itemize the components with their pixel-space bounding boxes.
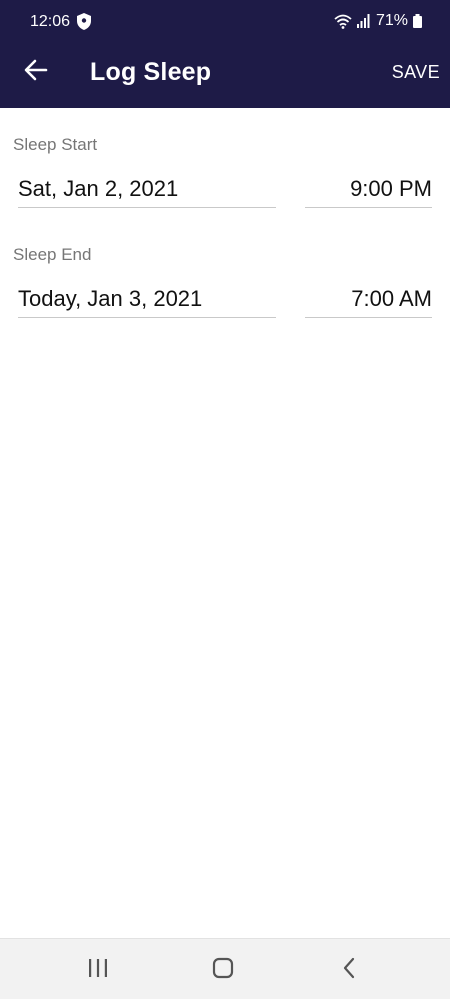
battery-icon xyxy=(413,14,422,28)
sleep-start-time-field[interactable]: 9:00 PM xyxy=(305,170,432,208)
home-button[interactable] xyxy=(210,957,236,983)
sleep-end-label: Sleep End xyxy=(13,245,92,264)
status-icons: 71% xyxy=(334,12,422,30)
recents-icon xyxy=(87,958,109,983)
back-icon xyxy=(341,957,357,984)
nav-back-button[interactable] xyxy=(336,957,362,983)
save-button[interactable]: SAVE xyxy=(392,62,440,83)
header: 12:06 71% Log Sleep SAVE xyxy=(0,0,450,108)
log-sleep-screen: 12:06 71% Log Sleep SAVE Sleep Start Sat… xyxy=(0,0,450,999)
sleep-end-date-field[interactable]: Today, Jan 3, 2021 xyxy=(18,280,276,318)
home-icon xyxy=(212,957,234,984)
arrow-left-icon xyxy=(24,59,48,86)
wifi-icon xyxy=(334,14,352,29)
system-nav-bar xyxy=(0,938,450,999)
sleep-start-date-field[interactable]: Sat, Jan 2, 2021 xyxy=(18,170,276,208)
shield-icon xyxy=(77,13,91,30)
signal-icon xyxy=(356,14,371,28)
battery-percent: 71% xyxy=(375,12,408,29)
sleep-start-label: Sleep Start xyxy=(13,135,98,154)
sleep-end-time-field[interactable]: 7:00 AM xyxy=(305,280,432,318)
page-title: Log Sleep xyxy=(90,58,212,86)
back-button[interactable] xyxy=(20,56,52,88)
status-time: 12:06 xyxy=(30,13,71,30)
recents-button[interactable] xyxy=(85,957,111,983)
status-bar: 12:06 71% xyxy=(0,0,450,44)
app-bar: Log Sleep SAVE xyxy=(0,44,450,108)
